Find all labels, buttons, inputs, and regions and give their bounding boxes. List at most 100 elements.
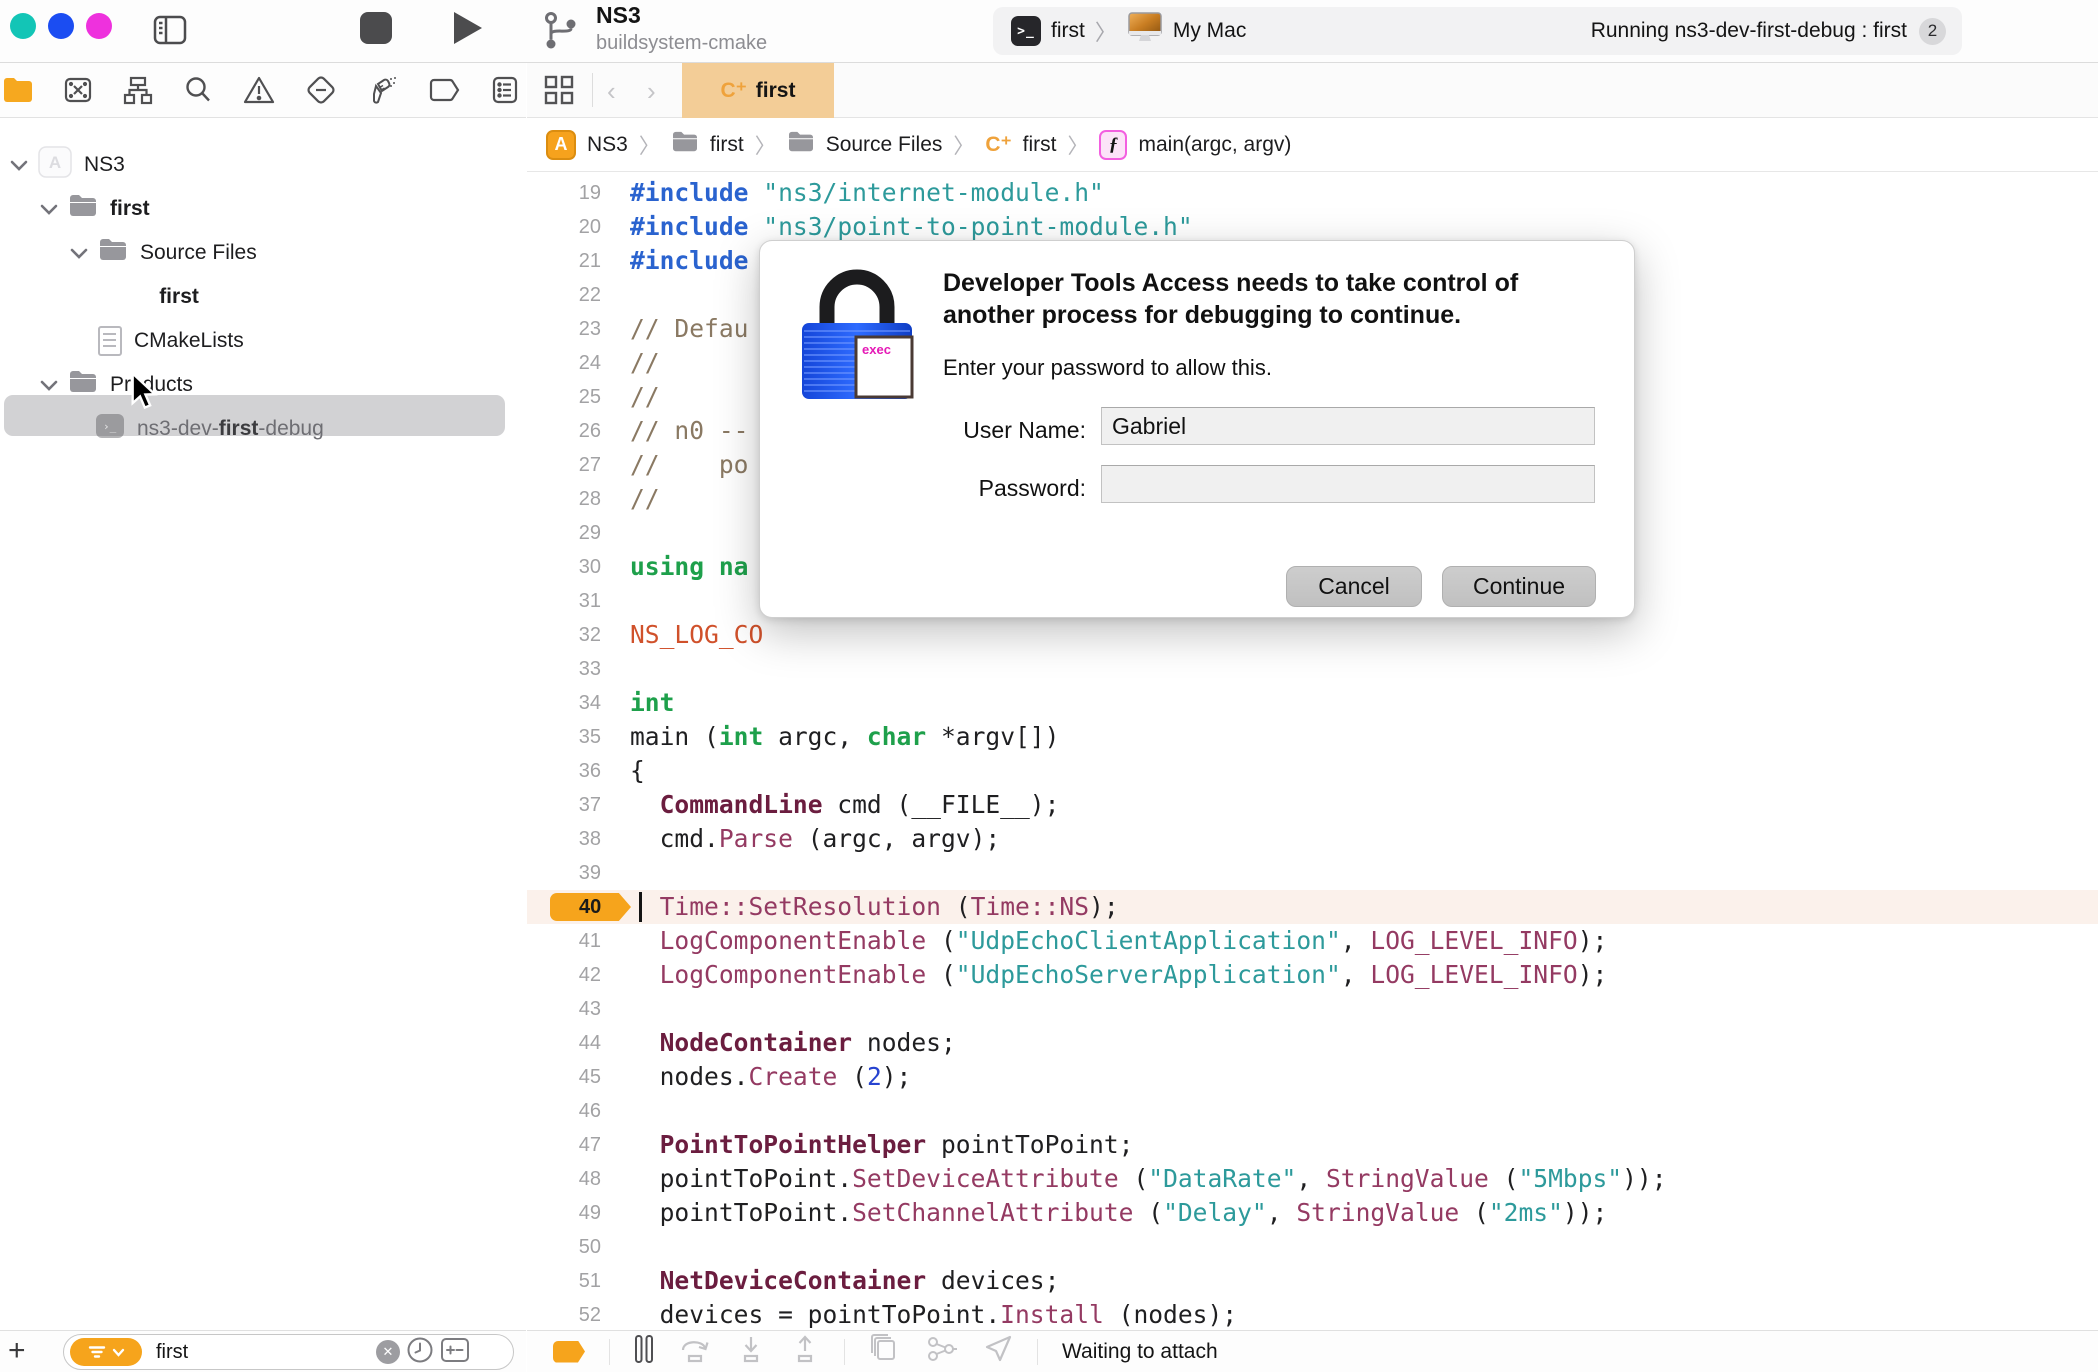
tab-first[interactable]: C⁺ first bbox=[682, 63, 834, 118]
code-token: ( bbox=[1459, 1198, 1489, 1227]
find-navigator-icon[interactable] bbox=[182, 75, 214, 105]
simulate-location-button[interactable] bbox=[983, 1334, 1013, 1369]
tree-label: CMakeLists bbox=[134, 329, 244, 352]
filter-field[interactable]: ✕ bbox=[63, 1334, 514, 1370]
line-number[interactable]: 28 bbox=[527, 482, 601, 516]
memory-graph-button[interactable] bbox=[925, 1334, 959, 1369]
report-navigator-icon[interactable] bbox=[490, 75, 520, 105]
line-number[interactable]: 36 bbox=[527, 754, 601, 788]
sidebar-item-first-file[interactable]: C+ first bbox=[124, 275, 199, 319]
line-number[interactable]: 47 bbox=[527, 1128, 601, 1162]
clear-filter-icon[interactable]: ✕ bbox=[376, 1340, 400, 1364]
sidebar-item-source-files[interactable]: Source Files bbox=[70, 231, 257, 275]
line-number[interactable]: 19 bbox=[527, 176, 601, 210]
line-number[interactable]: 35 bbox=[527, 720, 601, 754]
filter-scope-pill[interactable] bbox=[70, 1338, 142, 1366]
jumpbar-item-sourcefiles[interactable]: Source Files bbox=[826, 133, 943, 157]
stop-button[interactable] bbox=[358, 10, 394, 51]
tab-overview-icon[interactable] bbox=[543, 74, 575, 111]
line-number[interactable]: 30 bbox=[527, 550, 601, 584]
line-number[interactable]: 26 bbox=[527, 414, 601, 448]
step-into-button[interactable] bbox=[736, 1334, 766, 1369]
continue-button[interactable]: Continue bbox=[1442, 566, 1596, 607]
recent-files-clock-icon[interactable] bbox=[406, 1336, 434, 1369]
line-number[interactable]: 44 bbox=[527, 1026, 601, 1060]
code-line-46: 46 bbox=[527, 1094, 2098, 1128]
navigate-back-icon[interactable]: ‹ bbox=[607, 76, 616, 107]
svg-text:exec: exec bbox=[862, 342, 891, 357]
cpp-file-icon: C⁺ bbox=[985, 133, 1012, 156]
line-number[interactable]: 21 bbox=[527, 244, 601, 278]
line-number[interactable]: 27 bbox=[527, 448, 601, 482]
disclosure-chevron-icon[interactable] bbox=[70, 241, 88, 265]
username-field[interactable] bbox=[1101, 407, 1595, 445]
debug-navigator-icon[interactable] bbox=[366, 74, 400, 106]
breakpoint-navigator-icon[interactable] bbox=[428, 76, 462, 104]
disclosure-chevron-icon[interactable] bbox=[40, 197, 58, 221]
line-number[interactable]: 34 bbox=[527, 686, 601, 720]
view-debugger-button[interactable] bbox=[869, 1334, 901, 1369]
filter-input[interactable] bbox=[156, 1340, 376, 1364]
run-button[interactable] bbox=[446, 8, 486, 53]
step-out-button[interactable] bbox=[790, 1334, 820, 1369]
line-number[interactable]: 51 bbox=[527, 1264, 601, 1298]
issue-navigator-icon[interactable] bbox=[242, 75, 276, 105]
traffic-zoom-button[interactable] bbox=[86, 13, 112, 39]
sidebar-item-cmakelists[interactable]: CMakeLists bbox=[98, 319, 244, 363]
breakpoint-badge[interactable]: 40 bbox=[550, 893, 631, 921]
line-number[interactable]: 43 bbox=[527, 992, 601, 1026]
pause-button[interactable] bbox=[634, 1334, 654, 1369]
line-number[interactable]: 22 bbox=[527, 278, 601, 312]
line-number[interactable]: 49 bbox=[527, 1196, 601, 1230]
line-number[interactable]: 46 bbox=[527, 1094, 601, 1128]
disclosure-chevron-icon[interactable] bbox=[40, 373, 58, 397]
sidebar-item-products[interactable]: Products bbox=[40, 363, 193, 407]
code-token: ); bbox=[1577, 960, 1608, 989]
jumpbar-item-project[interactable]: NS3 bbox=[587, 133, 628, 157]
line-number[interactable]: 24 bbox=[527, 346, 601, 380]
disclosure-chevron-icon[interactable] bbox=[10, 153, 28, 177]
code-token: pointToPoint. bbox=[630, 1164, 853, 1193]
line-number[interactable]: 29 bbox=[527, 516, 601, 550]
symbol-navigator-icon[interactable] bbox=[122, 75, 154, 105]
code-token: int bbox=[630, 688, 675, 717]
source-control-status-filter-icon[interactable] bbox=[440, 1337, 470, 1368]
traffic-close-button[interactable] bbox=[10, 13, 36, 39]
cancel-button[interactable]: Cancel bbox=[1286, 566, 1422, 607]
project-navigator-icon[interactable] bbox=[2, 75, 34, 105]
jumpbar-item-file[interactable]: first bbox=[1023, 133, 1057, 157]
password-field[interactable] bbox=[1101, 465, 1595, 503]
line-number[interactable]: 41 bbox=[527, 924, 601, 958]
line-number[interactable]: 37 bbox=[527, 788, 601, 822]
line-number[interactable]: 52 bbox=[527, 1298, 601, 1330]
toggle-sidebar-button[interactable] bbox=[150, 10, 190, 55]
line-number[interactable]: 45 bbox=[527, 1060, 601, 1094]
line-number[interactable]: 23 bbox=[527, 312, 601, 346]
line-number[interactable]: 38 bbox=[527, 822, 601, 856]
navigate-forward-icon[interactable]: › bbox=[647, 76, 656, 107]
sidebar-item-first-group[interactable]: first bbox=[40, 187, 150, 231]
line-number[interactable]: 31 bbox=[527, 584, 601, 618]
code-line-32: 32 NS_LOG_CO bbox=[527, 618, 2098, 652]
scheme-selector[interactable]: >_ first 〉 My Mac bbox=[1011, 7, 1246, 55]
line-number[interactable]: 39 bbox=[527, 856, 601, 890]
line-number[interactable]: 32 bbox=[527, 618, 601, 652]
add-button[interactable]: + bbox=[8, 1334, 26, 1368]
line-number[interactable]: 33 bbox=[527, 652, 601, 686]
test-navigator-icon[interactable] bbox=[304, 75, 338, 105]
line-number[interactable]: 50 bbox=[527, 1230, 601, 1264]
line-number[interactable]: 42 bbox=[527, 958, 601, 992]
sidebar-item-ns3-project[interactable]: A NS3 bbox=[10, 143, 125, 187]
jumpbar-item-group[interactable]: first bbox=[710, 133, 744, 157]
changes-navigator-icon[interactable] bbox=[62, 75, 94, 105]
jumpbar-item-function[interactable]: main(argc, argv) bbox=[1138, 133, 1291, 157]
step-over-button[interactable] bbox=[678, 1334, 712, 1369]
breakpoints-toggle-button[interactable] bbox=[553, 1340, 585, 1363]
tree-label: first bbox=[110, 197, 150, 220]
line-number[interactable]: 20 bbox=[527, 210, 601, 244]
line-number[interactable]: 25 bbox=[527, 380, 601, 414]
traffic-minimize-button[interactable] bbox=[48, 13, 74, 39]
issues-count-badge[interactable]: 2 bbox=[1919, 17, 1946, 45]
line-number[interactable]: 48 bbox=[527, 1162, 601, 1196]
